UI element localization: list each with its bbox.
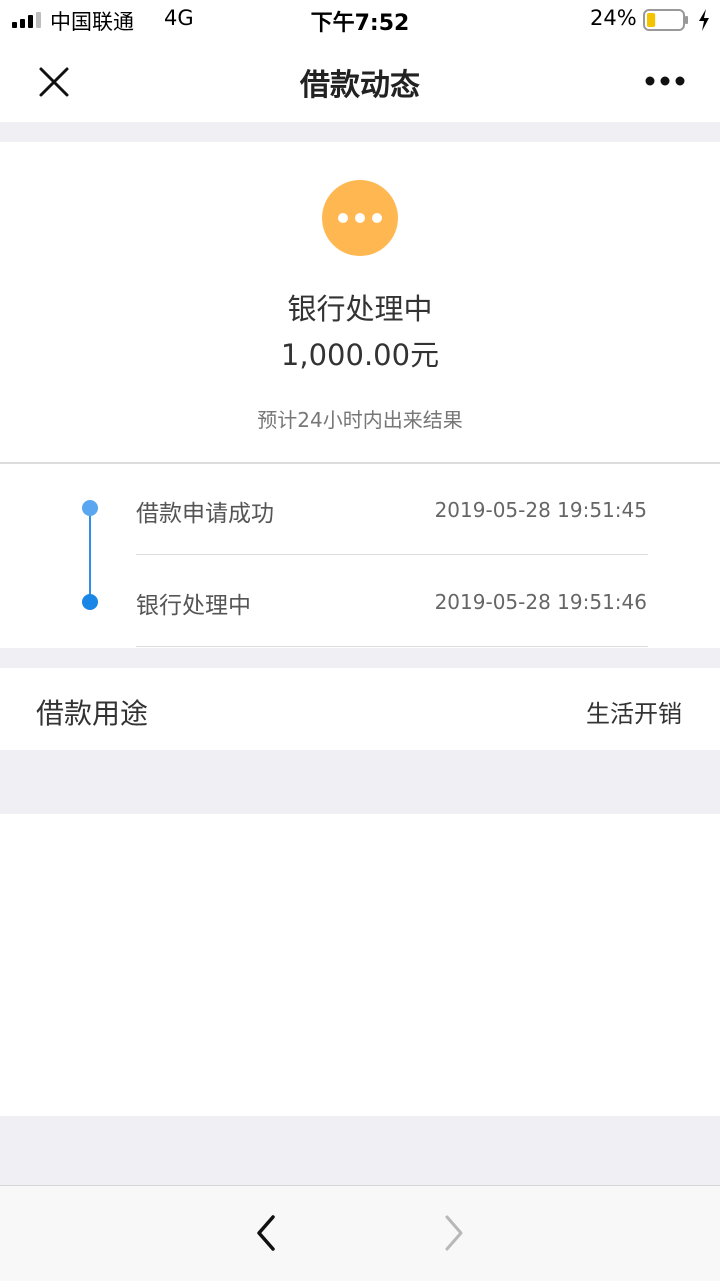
bottom-gray-area: [0, 1116, 720, 1186]
loan-purpose-value: 生活开销: [586, 700, 682, 728]
timeline-step-label: 银行处理中: [136, 593, 251, 619]
section-separator: [0, 648, 720, 668]
loan-amount: 1,000.00元: [280, 338, 440, 372]
loan-purpose-label: 借款用途: [36, 697, 149, 730]
battery-percent: 24%: [590, 6, 637, 30]
browser-toolbar: [0, 1185, 720, 1281]
page-title: 借款动态: [300, 68, 420, 103]
timeline-divider: [136, 646, 648, 647]
battery-icon: [643, 9, 688, 31]
timeline-divider: [136, 554, 648, 555]
more-icon[interactable]: [640, 66, 690, 96]
timeline-step-time: 2019-05-28 19:51:46: [434, 590, 647, 614]
section-separator: [0, 750, 720, 814]
estimated-result-note: 预计24小时内出来结果: [257, 408, 463, 432]
timeline-dot: [82, 594, 98, 610]
charging-icon: [699, 9, 709, 31]
forward-icon: [445, 1215, 463, 1251]
pending-dots-icon: [322, 180, 398, 256]
divider: [0, 462, 720, 464]
timeline-step-label: 借款申请成功: [136, 501, 274, 527]
timeline-connector: [89, 508, 91, 602]
section-separator: [0, 122, 720, 142]
back-icon[interactable]: [248, 1210, 284, 1256]
timeline-step-time: 2019-05-28 19:51:45: [434, 498, 647, 522]
loan-status-title: 银行处理中: [287, 292, 433, 326]
timeline-dot: [82, 500, 98, 516]
